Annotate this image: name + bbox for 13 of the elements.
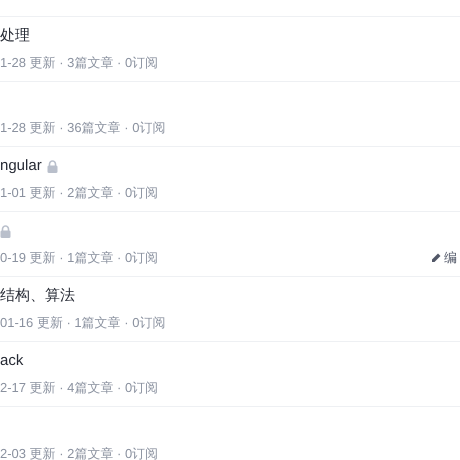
column-title[interactable]: ngular — [0, 156, 42, 176]
column-meta: 1-28 更新 · 3篇文章 · 0订阅 — [0, 54, 158, 72]
column-meta: 01-16 更新 · 1篇文章 · 0订阅 — [0, 314, 166, 332]
column-title[interactable]: 处理 — [0, 26, 30, 46]
column-meta: 2-03 更新 · 2篇文章 · 0订阅 — [0, 444, 158, 460]
column-meta: 1-01 更新 · 2篇文章 · 0订阅 — [0, 184, 158, 202]
column-meta: 2-17 更新 · 4篇文章 · 0订阅 — [0, 379, 158, 397]
edit-button[interactable]: 编 — [431, 248, 457, 268]
column-meta: 1-28 更新 · 36篇文章 · 0订阅 — [0, 119, 166, 137]
column-title[interactable]: 结构、算法 — [0, 286, 75, 306]
pencil-icon — [431, 253, 441, 263]
column-meta: 0-19 更新 · 1篇文章 · 0订阅 — [0, 249, 158, 267]
column-title[interactable]: ack — [0, 351, 24, 371]
